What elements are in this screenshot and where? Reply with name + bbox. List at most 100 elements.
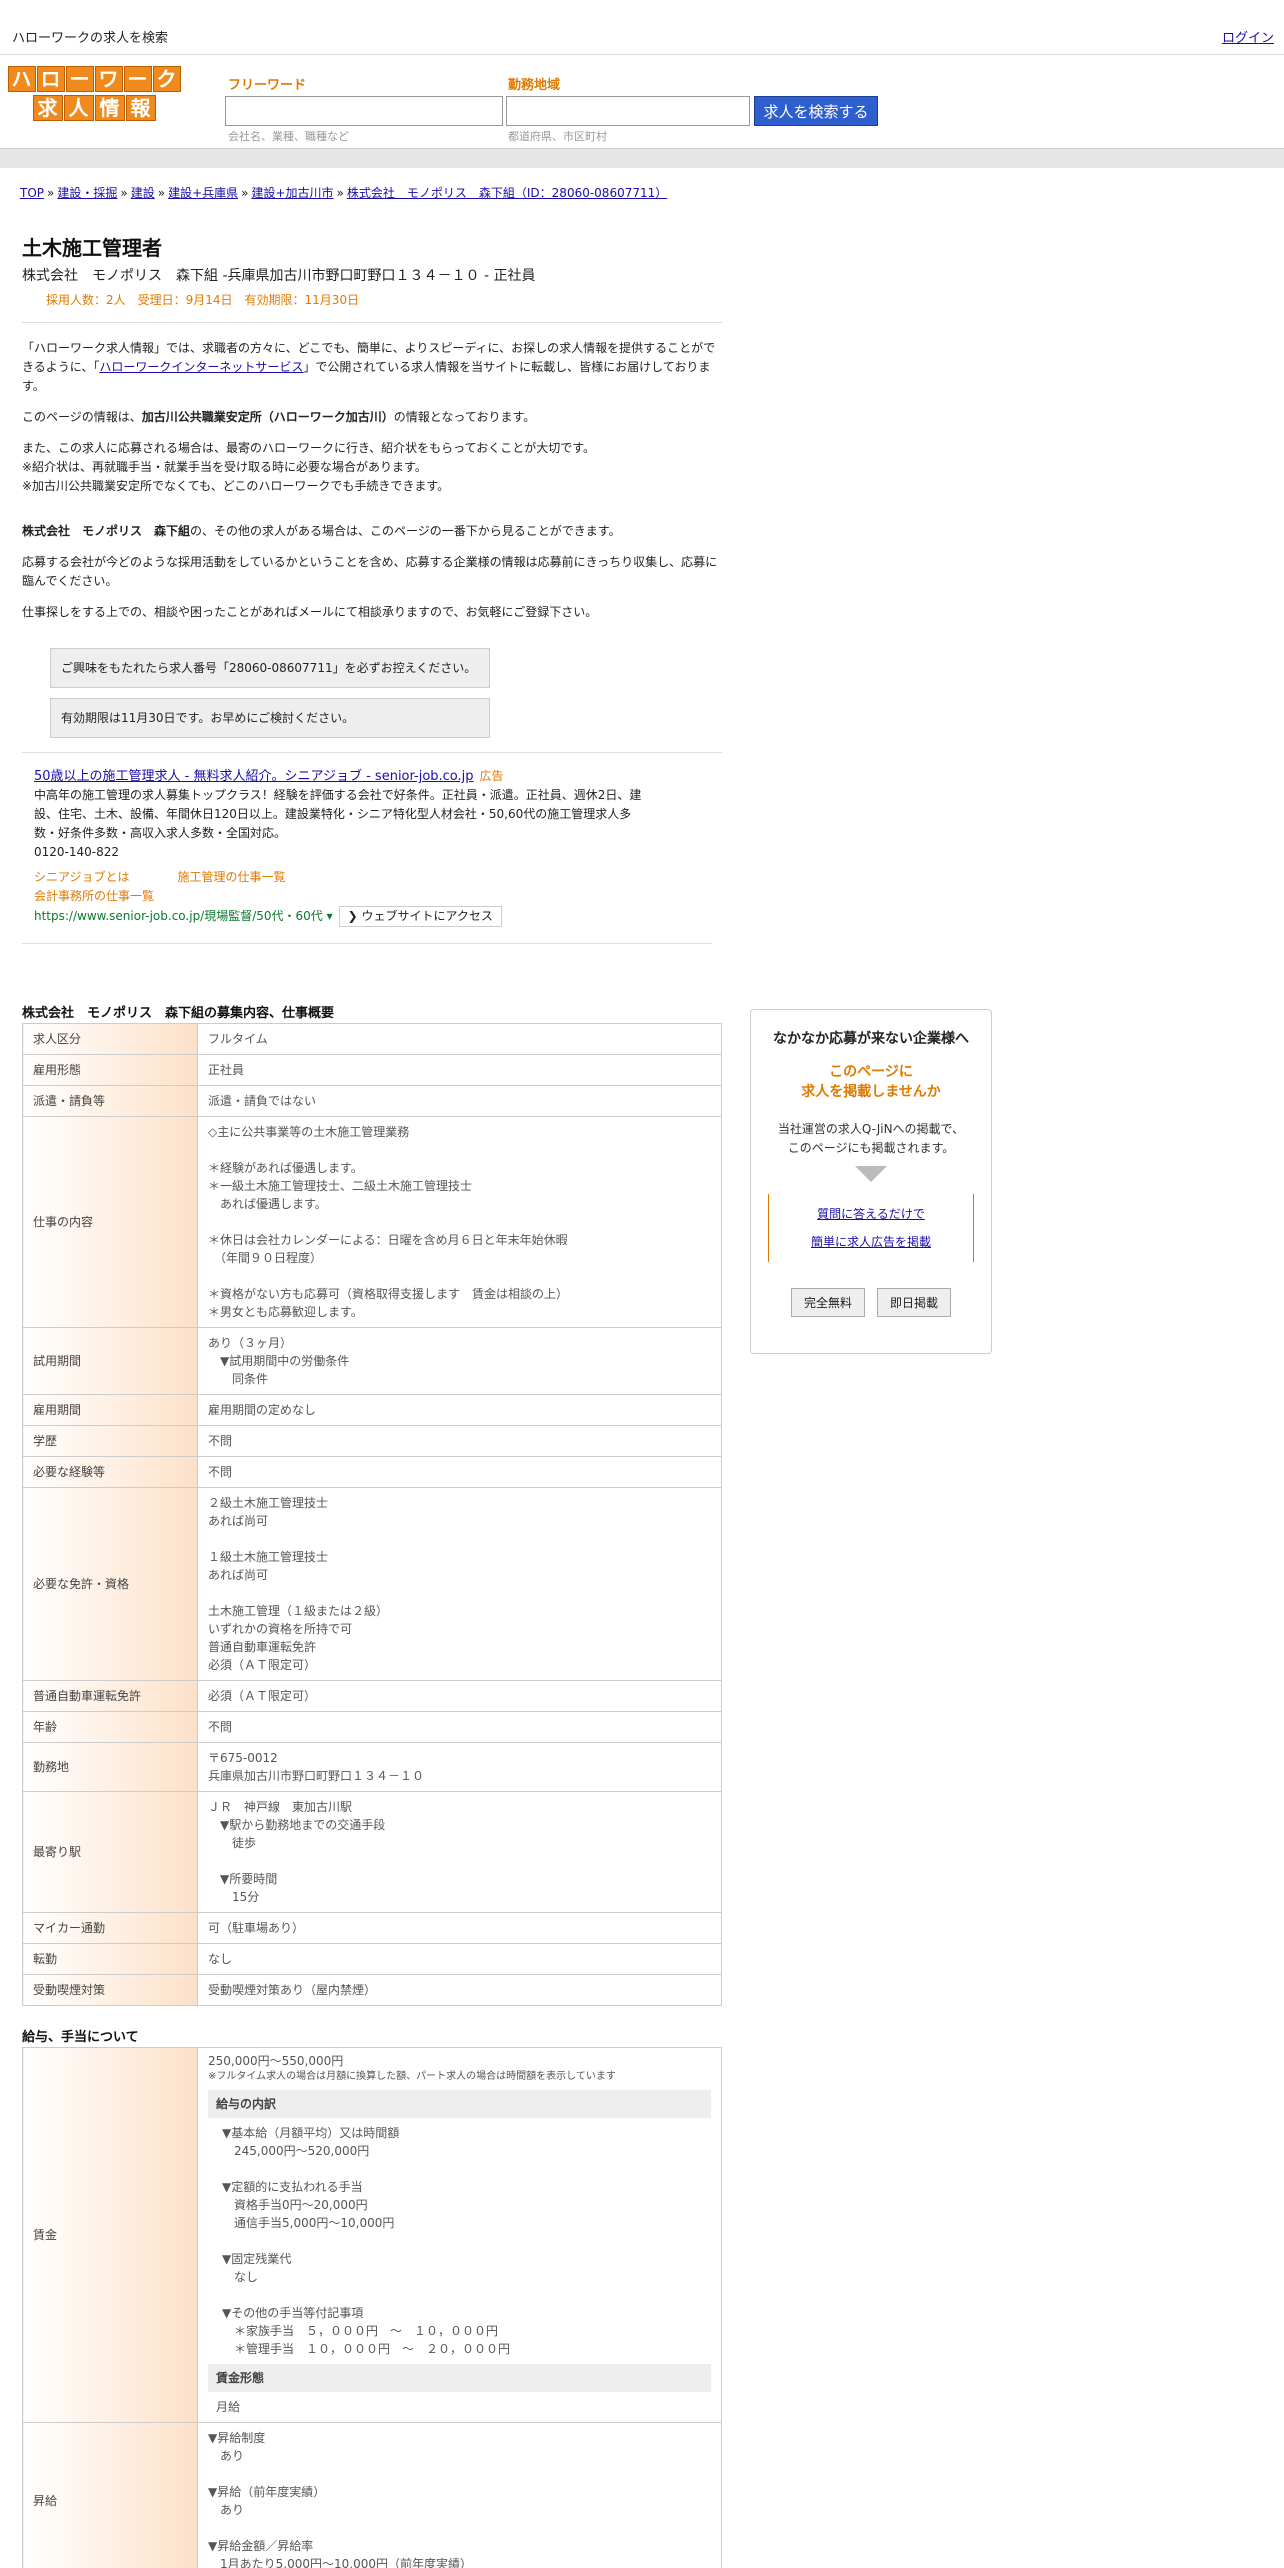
table-row: マイカー通勤 可（駐車場あり） [22,1912,722,1944]
value-line: 普通自動車運転免許 [208,1640,317,1654]
value-line: ◇主に公共事業等の土木施工管理業務 [208,1125,410,1139]
referral-text: ※紹介状は、再就職手当・就業手当を受け取る時に必要な場合があります。 [22,460,427,474]
row-value: ２級土木施工管理技士 あれば尚可 １級土木施工管理技士 あれば尚可 土木施工管理（１級ま… [197,1487,722,1681]
divider-bar [0,148,1284,168]
value-line: ＊資格がない方も応募可（資格取得支援します 賃金は相談の上） [208,1287,569,1301]
top-bar: ハローワークの求人を検索 ログイン [0,0,1284,55]
freeword-input[interactable] [225,96,503,126]
row-value: 不問 [197,1711,722,1743]
header: ハローワーク 求人情報 フリーワード 勤務地域 会社名、業種、職種など 都道府県… [0,56,1284,146]
value-line: ＊一級土木施工管理技士、二級土木施工管理技士 [208,1179,473,1193]
site-title: ハローワークの求人を検索 [12,31,169,46]
answer-questions-link[interactable]: 質問に答えるだけで [769,1200,973,1228]
value-line: 不問 [208,1434,233,1448]
divider [22,752,722,753]
breadcrumb-link[interactable]: 建設 [131,186,155,200]
headline-line: このページに [829,1064,913,1080]
free-button[interactable]: 完全無料 [790,1288,865,1317]
value-line: １級土木施工管理技士 [208,1550,329,1564]
breadcrumb-link[interactable]: 株式会社 モノポリス 森下組（ID：28060-08607711） [347,186,667,200]
login-link[interactable]: ログイン [1222,27,1274,46]
raise-key: 昇給 [22,2422,198,2568]
employer-ad-links: 質問に答えるだけで 簡単に求人広告を掲載 [768,1194,974,1262]
logo-char: 報 [125,95,156,121]
value-line [208,1852,711,1870]
row-key: 普通自動車運転免許 [22,1680,198,1712]
value-line: ＊男女とも応募歓迎します。 [208,1305,363,1319]
breadcrumb-link[interactable]: 建設+加古川市 [251,186,333,200]
ad-dropdown-icon[interactable]: ▾ [323,909,333,923]
hellowork-internet-link[interactable]: ハローワークインターネットサービス [99,360,303,374]
wage-range: 250,000円〜550,000円 [208,2054,344,2068]
row-key: 雇用形態 [22,1054,198,1086]
ad-visit-button[interactable]: ❯ ウェブサイトにアクセス [338,906,502,927]
search-button[interactable]: 求人を検索する [754,96,878,126]
logo-char: 情 [94,95,125,121]
logo-char: ハ [7,66,36,92]
row-key: 勤務地 [22,1742,198,1792]
same-day-button[interactable]: 即日掲載 [877,1288,952,1317]
row-key: 学歴 [22,1425,198,1457]
ad-link-jobs[interactable]: 施工管理の仕事一覧 [178,870,286,884]
salary-section-title: 給与、手当について [22,2030,139,2045]
value-line: なし [208,1952,233,1966]
row-value: 可（駐車場あり） [197,1912,722,1944]
company-name: 株式会社 モノポリス 森下組 [22,524,191,538]
table-row: 雇用形態 正社員 [22,1054,722,1086]
breadcrumb-separator: » [336,186,344,200]
table-row: 普通自動車運転免許 必須（ＡＴ限定可） [22,1680,722,1712]
value-line: （年間９０日程度） [208,1251,323,1265]
referral-text: ※加古川公共職業安定所でなくても、どこのハローワークでも手続きできます。 [22,479,450,493]
value-line: あれば尚可 [208,1514,269,1528]
employer-ad-description: 当社運営の求人Q-JiNへの掲載で、 このページにも掲載されます。 [751,1120,991,1158]
consult-paragraph: 仕事探しをする上での、相談や困ったことがあればメールにて相談承りますので、お気軽… [22,605,598,619]
row-key: 受動喫煙対策 [22,1974,198,2006]
row-value: 正社員 [197,1054,722,1086]
value-line: 可（駐車場あり） [208,1921,305,1935]
breadcrumb-separator: » [241,186,249,200]
table-row: 必要な経験等 不問 [22,1456,722,1488]
value-line [208,1584,711,1602]
wage-form-value: 月給 [216,2400,241,2414]
table-row: 転勤 なし [22,1943,722,1975]
ad-url[interactable]: https://www.senior-job.co.jp/現場監督/50代・60… [34,909,323,923]
value-line: 必須（ＡＴ限定可） [208,1689,317,1703]
value-line: あり [208,2503,245,2517]
logo-row-top: ハローワーク [6,66,182,92]
value-line [222,2160,711,2178]
area-input[interactable] [506,96,750,126]
breadcrumb-link[interactable]: TOP [20,186,44,200]
value-line: 正社員 [208,1063,245,1077]
logo-row-bottom: 求人情報 [6,95,182,121]
row-key: 仕事の内容 [22,1116,198,1328]
ad-title-link[interactable]: 50歳以上の施工管理求人 - 無料求人紹介。シニアジョブ - senior-jo… [34,769,474,784]
table-row: 試用期間 あり（３ヶ月） ▼試用期間中の労働条件 同条件 [22,1327,722,1395]
breadcrumb-link[interactable]: 建設+兵庫県 [168,186,238,200]
value-line: 不問 [208,1465,233,1479]
row-value: 不問 [197,1456,722,1488]
ad-description: 中高年の施工管理の求人募集トップクラス！経験を評価する会社で好条件。正社員・派遣… [34,788,642,840]
row-key: 派遣・請負等 [22,1085,198,1117]
value-line: 〒675-0012 [208,1751,278,1765]
raise-value: ▼昇給制度 あり ▼昇給（前年度実績） あり ▼昇給金額／昇給率 1月あたり5,00… [197,2422,722,2568]
row-key: 必要な免許・資格 [22,1487,198,1681]
table-row: 派遣・請負等 派遣・請負ではない [22,1085,722,1117]
job-title: 土木施工管理者 [22,236,162,260]
value-line: 同条件 [208,1372,269,1386]
breadcrumb-link[interactable]: 建設・採掘 [57,186,117,200]
table-row: 昇給 ▼昇給制度 あり ▼昇給（前年度実績） あり ▼昇給金額／昇給率 1月あたり5… [22,2422,722,2568]
value-line: ▼昇給制度 [208,2431,266,2445]
ad-link-accounting[interactable]: 会計事務所の仕事一覧 [34,889,154,903]
value-line [222,2286,711,2304]
other-jobs-paragraph: 株式会社 モノポリス 森下組の、その他の求人がある場合は、このページの一番下から… [22,522,722,541]
hellowork-logo[interactable]: ハローワーク 求人情報 [6,66,182,122]
ad-link-about[interactable]: シニアジョブとは [34,870,130,884]
ad-phone[interactable]: 0120-140-822 [34,843,722,862]
value-line: 必須（ＡＴ限定可） [208,1658,317,1672]
breakdown-head: 給与の内訳 [208,2090,711,2118]
value-line: あれば優遇します。 [208,1197,327,1211]
wage-breakdown: ▼基本給（月額平均）又は時間額 245,000円〜520,000円 ▼定額的に支払… [208,2124,711,2358]
row-value: フルタイム [197,1023,722,1055]
post-ad-link[interactable]: 簡単に求人広告を掲載 [769,1228,973,1256]
source-text: の情報となっております。 [393,410,536,424]
